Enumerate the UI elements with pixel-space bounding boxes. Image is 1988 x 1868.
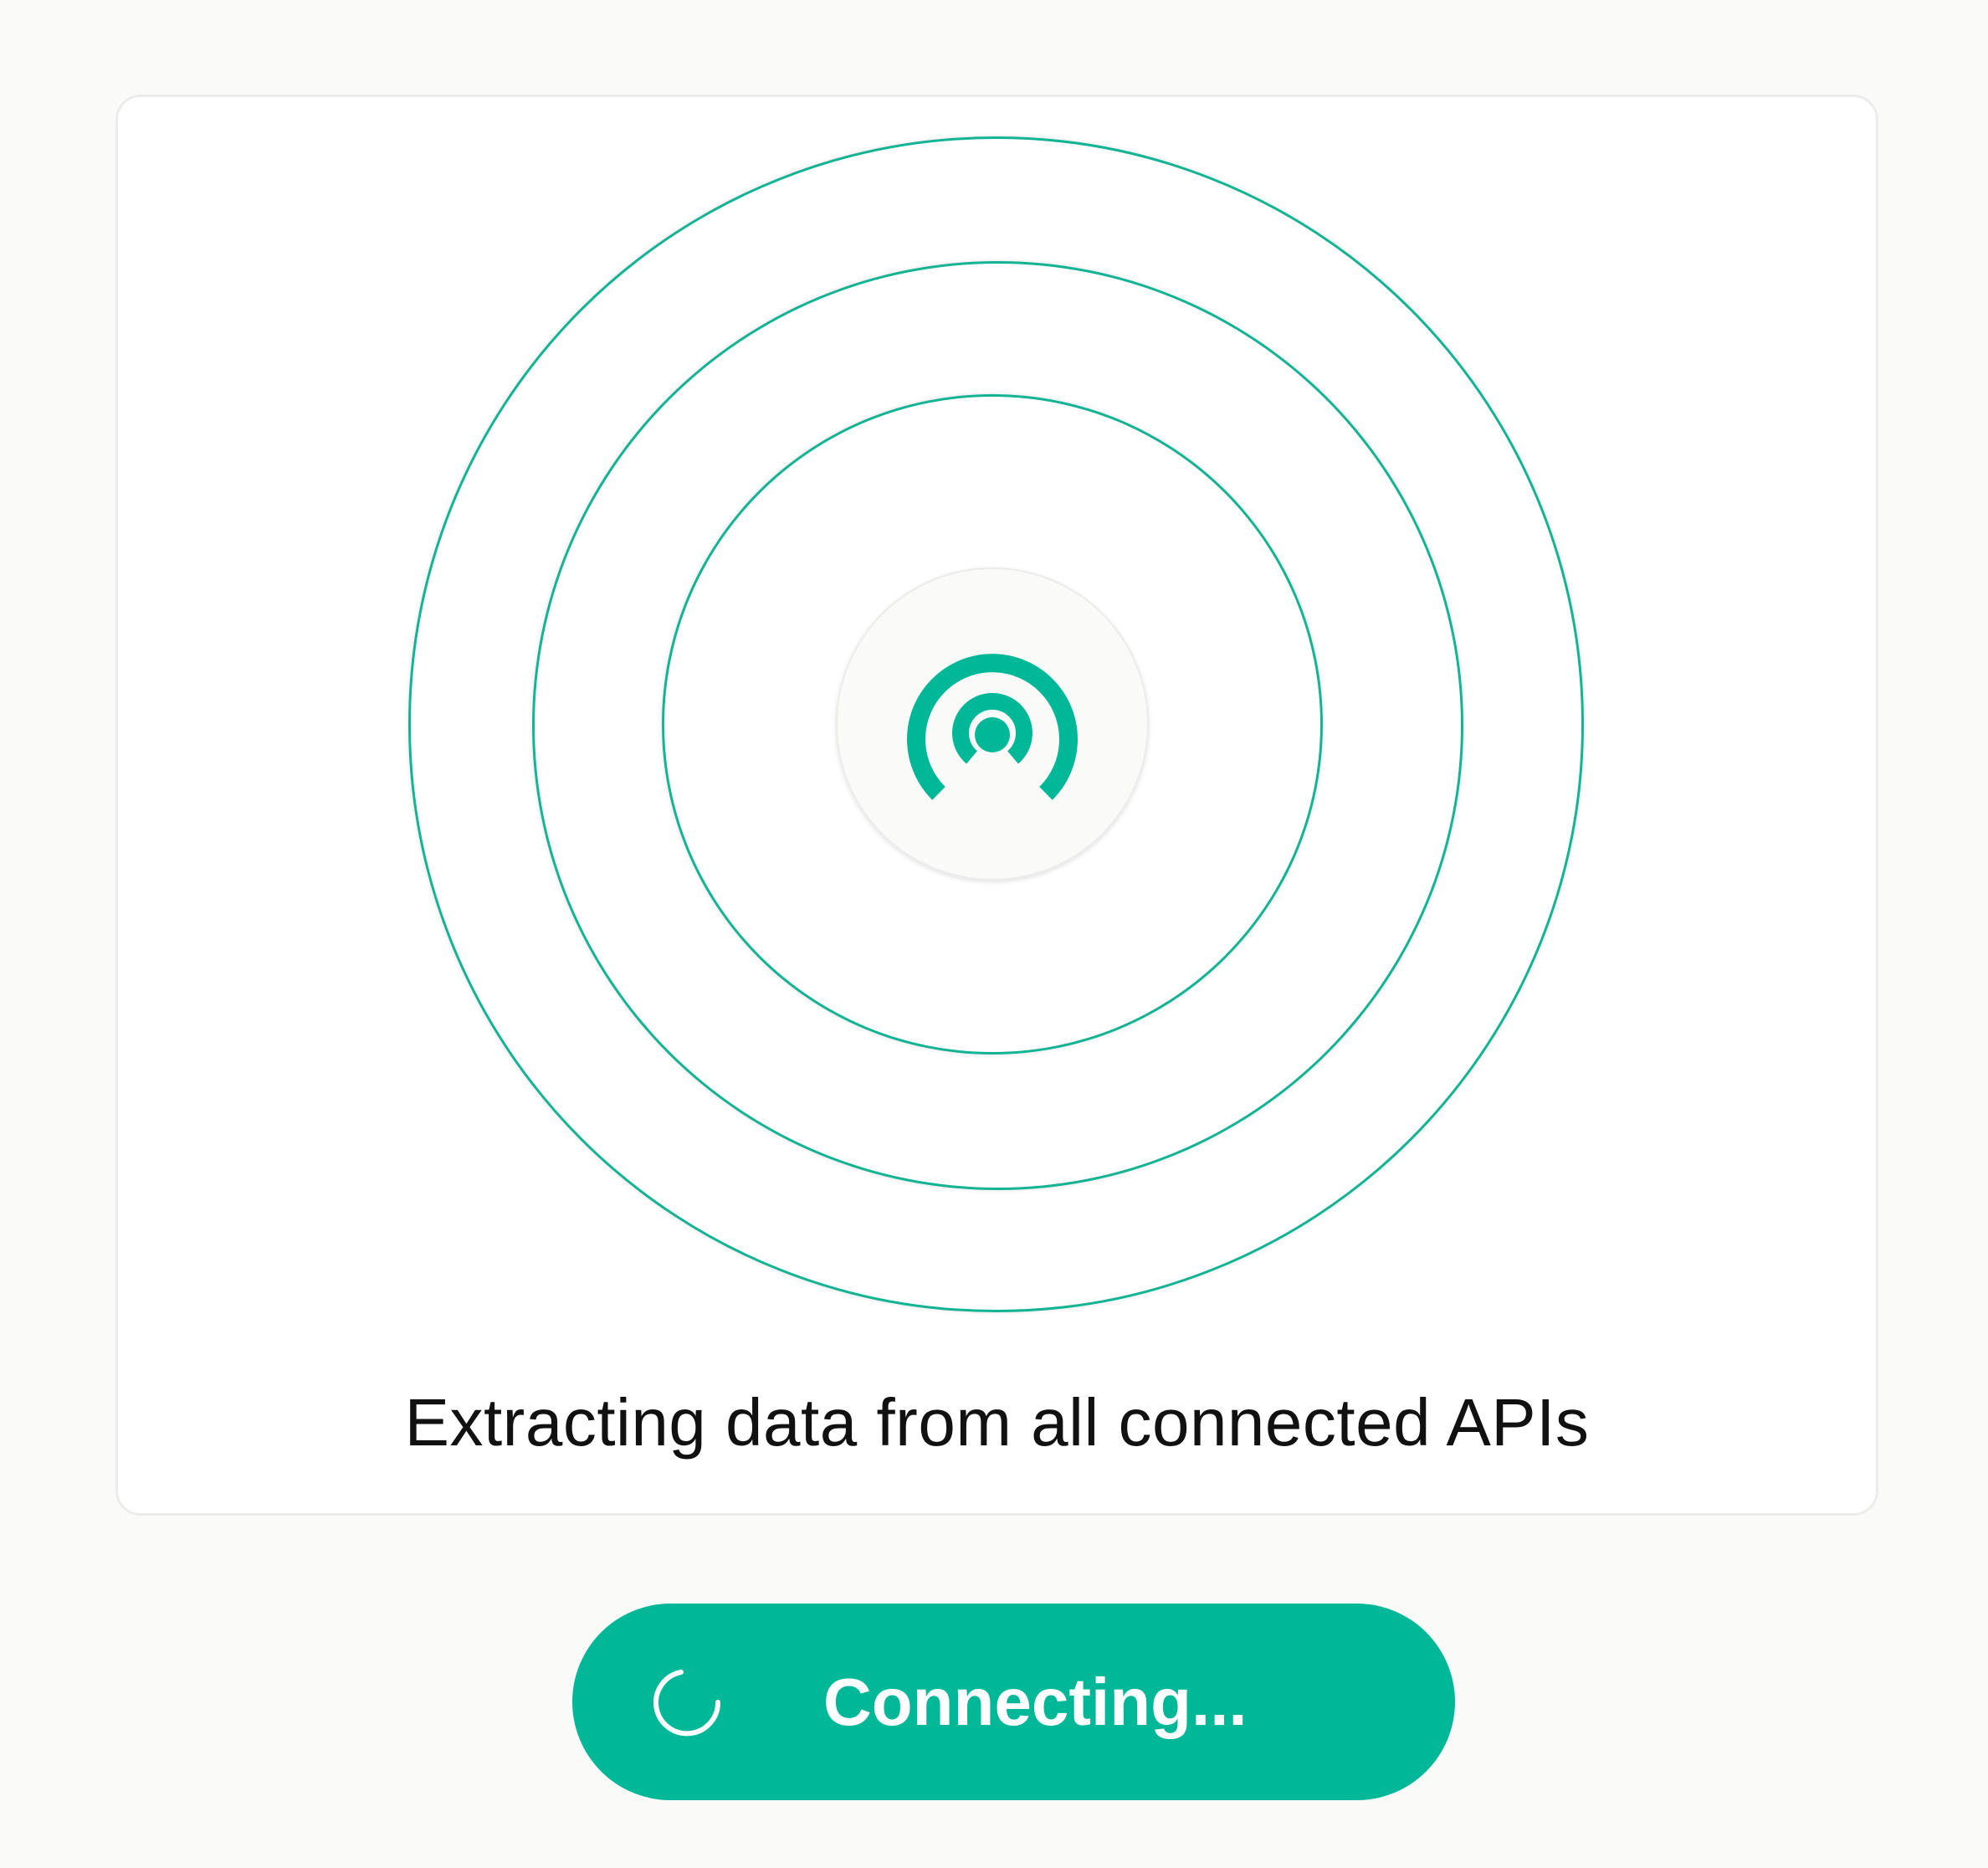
status-card [115,95,1878,1516]
spinner-icon [653,1670,721,1737]
page: Extracting data from all connected APIs … [0,0,1988,1868]
connecting-button[interactable]: Connecting... [572,1604,1455,1800]
status-message: Extracting data from all connected APIs [404,1385,1590,1460]
button-label: Connecting... [823,1665,1248,1739]
